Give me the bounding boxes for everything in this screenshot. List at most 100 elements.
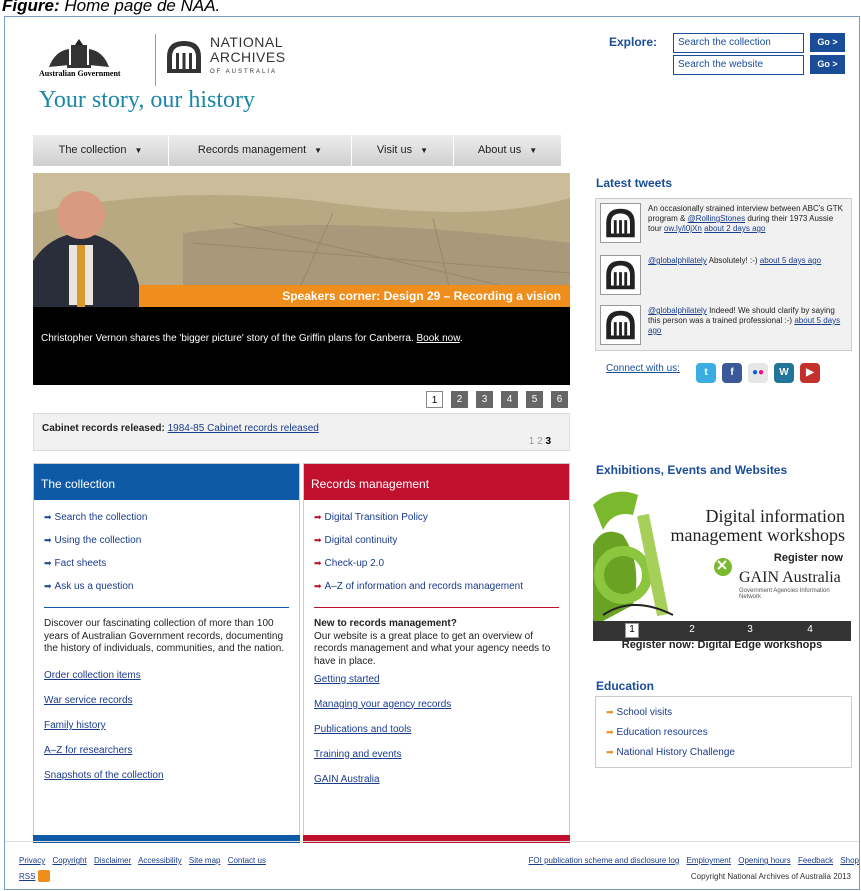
hero-page-4[interactable]: 4 (501, 391, 518, 408)
arrow-right-icon: ➡ (314, 581, 322, 591)
a-z-researchers-link[interactable]: A–Z for researchers (34, 745, 299, 770)
nav-the-collection[interactable]: The collection ▼ (33, 135, 169, 166)
list-item[interactable]: ➡ Search the collection (44, 512, 289, 535)
hero-slide[interactable]: Speakers corner: Design 29 – Recording a… (33, 173, 570, 385)
snapshots-link[interactable]: Snapshots of the collection (34, 770, 299, 795)
feedback-link[interactable]: Feedback (798, 856, 833, 865)
logo-divider (155, 34, 156, 86)
hero-page-1[interactable]: 1 (426, 391, 443, 408)
search-collection-go-button[interactable]: Go > (810, 33, 845, 52)
cabinet-banner: Cabinet records released: 1984-85 Cabine… (33, 413, 570, 451)
tweet-mention[interactable]: @globalphilately (648, 256, 707, 265)
arrow-right-icon: ➡ (314, 512, 322, 522)
list-item[interactable]: ➡ Check-up 2.0 (314, 558, 559, 581)
employment-link[interactable]: Employment (687, 856, 731, 865)
caret-down-icon: ▼ (420, 146, 429, 155)
war-service-records-link[interactable]: War service records (34, 695, 299, 720)
list-item[interactable]: ➡ Fact sheets (44, 558, 289, 581)
list-item[interactable]: ➡ Digital continuity (314, 535, 559, 558)
arrow-right-icon: ➡ (606, 707, 614, 717)
publications-tools-link[interactable]: Publications and tools (304, 724, 569, 749)
cabinet-page-2[interactable]: 2 (537, 436, 543, 447)
nav-visit-us[interactable]: Visit us ▼ (352, 135, 454, 166)
shop-link[interactable]: Shop (840, 856, 859, 865)
arrow-right-icon: ➡ (44, 558, 52, 568)
tweet-item: An occasionally strained interview betwe… (600, 203, 850, 247)
arrow-right-icon: ➡ (44, 581, 52, 591)
flickr-icon[interactable]: ●● (748, 363, 768, 383)
link-label: Education resources (616, 727, 708, 738)
twitter-icon[interactable]: t (696, 363, 716, 383)
explore-label: Explore: (609, 35, 658, 49)
exhibition-page-4[interactable]: 4 (803, 624, 817, 635)
list-item[interactable]: ➡ School visits (606, 707, 841, 727)
disclaimer-link[interactable]: Disclaimer (94, 856, 131, 865)
hero-page-6[interactable]: 6 (551, 391, 568, 408)
facebook-icon[interactable]: f (722, 363, 742, 383)
hero-caption: Christopher Vernon shares the 'bigger pi… (33, 307, 570, 385)
cabinet-page-3[interactable]: 3 (545, 436, 551, 447)
search-collection-input[interactable]: Search the collection (673, 33, 804, 53)
banner-heading: Digital information management workshops (671, 507, 845, 545)
family-history-link[interactable]: Family history (34, 720, 299, 745)
privacy-link[interactable]: Privacy (19, 856, 45, 865)
list-item[interactable]: ➡ A–Z of information and records manageme… (314, 581, 559, 604)
tweet-time[interactable]: about 2 days ago (704, 224, 765, 233)
list-item[interactable]: ➡ Education resources (606, 727, 841, 747)
list-item[interactable]: ➡ Digital Transition Policy (314, 512, 559, 535)
collection-heading: The collection (34, 464, 299, 500)
accessibility-link[interactable]: Accessibility (138, 856, 182, 865)
youtube-icon[interactable]: ▶ (800, 363, 820, 383)
hero-title[interactable]: Speakers corner: Design 29 – Recording a… (139, 285, 570, 307)
hero-page-2[interactable]: 2 (451, 391, 468, 408)
tweet-mention[interactable]: @RollingStones (688, 214, 745, 223)
gain-australia-link[interactable]: GAIN Australia (304, 774, 569, 799)
opening-hours-link[interactable]: Opening hours (738, 856, 790, 865)
exhibition-banner[interactable]: Digital information management workshops… (593, 485, 851, 621)
rss-link[interactable]: RSS (19, 872, 35, 881)
getting-started-link[interactable]: Getting started (304, 674, 569, 699)
wordpress-icon[interactable]: W (774, 363, 794, 383)
search-website-go-button[interactable]: Go > (810, 55, 845, 74)
cabinet-link[interactable]: 1984-85 Cabinet records released (168, 423, 319, 434)
exhibition-page-1[interactable]: 1 (625, 623, 639, 638)
gov-label: Australian Government (39, 69, 121, 78)
managing-records-link[interactable]: Managing your agency records (304, 699, 569, 724)
tweet-link[interactable]: ow.ly/i0jXn (664, 224, 702, 233)
training-events-link[interactable]: Training and events (304, 749, 569, 774)
naa-avatar-icon (600, 203, 641, 243)
list-item[interactable]: ➡ Ask us a question (44, 581, 289, 604)
hero-page-3[interactable]: 3 (476, 391, 493, 408)
naa-wordmark: NATIONAL ARCHIVES OF AUSTRALIA (210, 35, 286, 80)
hero-caption-text: Christopher Vernon shares the 'bigger pi… (41, 333, 414, 344)
copyright-link[interactable]: Copyright (52, 856, 86, 865)
footer-left-links: Privacy Copyright Disclaimer Accessibili… (19, 856, 271, 865)
book-now-link[interactable]: Book now (417, 333, 460, 344)
exhibition-page-2[interactable]: 2 (685, 624, 699, 635)
list-item[interactable]: ➡ National History Challenge (606, 747, 841, 767)
site-map-link[interactable]: Site map (189, 856, 221, 865)
order-collection-items-link[interactable]: Order collection items (34, 670, 299, 695)
nav-records-management[interactable]: Records management ▼ (169, 135, 352, 166)
connect-with-us-label[interactable]: Connect with us: (606, 363, 680, 374)
hero-page-5[interactable]: 5 (526, 391, 543, 408)
exhibition-caption[interactable]: Register now: Digital Edge workshops (593, 639, 851, 651)
arrow-right-icon: ➡ (314, 558, 322, 568)
tweet-body: Absolutely! :-) (708, 256, 758, 265)
contact-us-link[interactable]: Contact us (228, 856, 266, 865)
rss-icon[interactable] (38, 870, 50, 882)
cabinet-page-1[interactable]: 1 (529, 436, 535, 447)
naa-avatar-icon (600, 255, 641, 295)
link-label: National History Challenge (616, 747, 735, 758)
nav-about-us[interactable]: About us ▼ (454, 135, 562, 166)
search-website-input[interactable]: Search the website (673, 55, 804, 75)
link-label: Ask us a question (54, 581, 134, 592)
exhibition-page-3[interactable]: 3 (743, 624, 757, 635)
tweet-mention[interactable]: @globalphilately (648, 306, 707, 315)
banner-line2: management workshops (670, 525, 845, 545)
foi-link[interactable]: FOI publication scheme and disclosure lo… (529, 856, 680, 865)
naa-logo-icon[interactable] (165, 39, 203, 75)
list-item[interactable]: ➡ Using the collection (44, 535, 289, 558)
cabinet-pager: 1 2 3 (529, 436, 551, 447)
tweet-time[interactable]: about 5 days ago (760, 256, 821, 265)
